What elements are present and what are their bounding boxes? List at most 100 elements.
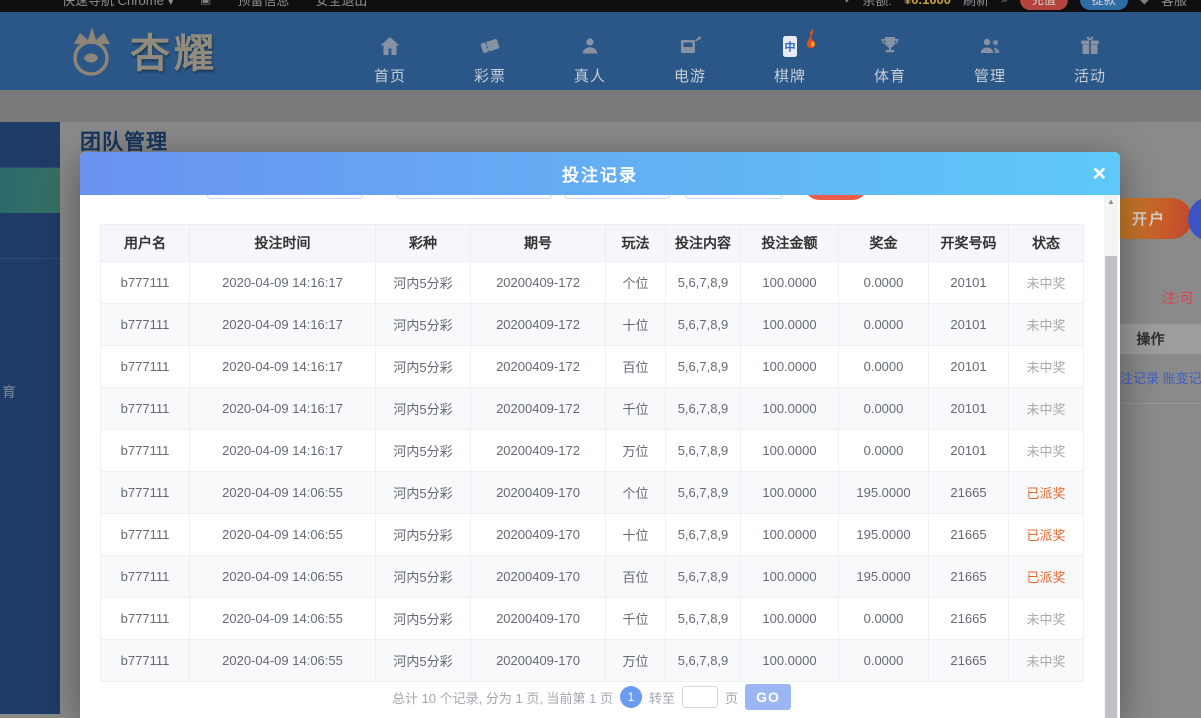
table-row: b7771112020-04-09 14:16:17河内5分彩20200409-…: [101, 304, 1084, 346]
table-cell: 2020-04-09 14:06:55: [190, 640, 376, 682]
nav-item-boardgames[interactable]: 中 棋牌: [750, 34, 830, 86]
table-cell: 20200409-170: [471, 472, 606, 514]
table-row: b7771112020-04-09 14:06:55河内5分彩20200409-…: [101, 472, 1084, 514]
goto-page-input[interactable]: [682, 686, 718, 708]
table-cell: 21665: [929, 514, 1009, 556]
site-logo[interactable]: 杏耀: [60, 18, 218, 82]
users-icon: [950, 34, 1030, 60]
nav-label: 棋牌: [750, 65, 830, 86]
crown-emblem-icon: [60, 18, 122, 82]
status-cell: 未中奖: [1009, 388, 1084, 430]
table-cell: 20101: [929, 346, 1009, 388]
table-cell: 21665: [929, 640, 1009, 682]
status-cell: 未中奖: [1009, 430, 1084, 472]
table-cell: 21665: [929, 472, 1009, 514]
service-link[interactable]: 客服: [1161, 0, 1187, 9]
table-cell: b777111: [101, 430, 190, 472]
refresh-link[interactable]: 刷新: [963, 0, 989, 9]
table-cell: 河内5分彩: [376, 514, 471, 556]
scroll-up-icon[interactable]: ▲: [1104, 197, 1118, 206]
table-cell: 20101: [929, 430, 1009, 472]
column-header: 状态: [1009, 225, 1084, 262]
trophy-icon: [850, 34, 930, 60]
sidebar-item-active[interactable]: [0, 168, 60, 213]
column-header: 彩种: [376, 225, 471, 262]
nav-label: 体育: [850, 65, 930, 86]
table-cell: 5,6,7,8,9: [666, 304, 741, 346]
table-cell: b777111: [101, 304, 190, 346]
message-icon[interactable]: ▣: [200, 0, 211, 6]
table-cell: 100.0000: [741, 430, 839, 472]
table-row: b7771112020-04-09 14:16:17河内5分彩20200409-…: [101, 346, 1084, 388]
link-circle-button[interactable]: ∞: [1188, 197, 1201, 241]
nav-item-activity[interactable]: 活动: [1050, 34, 1130, 86]
bet-records-modal: 投注记录 × 用户名投注时间彩种期号玩法投注内容投注金额奖金开奖号码状态 b77…: [80, 152, 1120, 718]
column-header: 奖金: [839, 225, 929, 262]
table-cell: 5,6,7,8,9: [666, 556, 741, 598]
table-cell: b777111: [101, 472, 190, 514]
status-cell: 已派奖: [1009, 472, 1084, 514]
table-cell: 河内5分彩: [376, 304, 471, 346]
ticket-icon: [450, 34, 530, 60]
nav-item-lottery[interactable]: 彩票: [450, 34, 530, 86]
column-header: 玩法: [606, 225, 666, 262]
table-cell: 5,6,7,8,9: [666, 388, 741, 430]
bet-table-body: b7771112020-04-09 14:16:17河内5分彩20200409-…: [101, 262, 1084, 682]
logout-link[interactable]: 安全退出: [315, 0, 367, 9]
go-button[interactable]: GO: [745, 684, 791, 710]
reserved-info-link[interactable]: 预留信息: [237, 0, 289, 9]
table-cell: 20200409-170: [471, 640, 606, 682]
quick-nav-select[interactable]: 快速导航 Chrome ▾: [62, 0, 174, 9]
table-cell: b777111: [101, 598, 190, 640]
bet-records-table: 用户名投注时间彩种期号玩法投注内容投注金额奖金开奖号码状态 b777111202…: [100, 224, 1084, 682]
nav-item-live[interactable]: 真人: [550, 34, 630, 86]
table-cell: 100.0000: [741, 598, 839, 640]
table-cell: 河内5分彩: [376, 346, 471, 388]
nav-item-sports[interactable]: 体育: [850, 34, 930, 86]
balance-label: 余额:: [862, 0, 892, 9]
table-row: b7771112020-04-09 14:16:17河内5分彩20200409-…: [101, 262, 1084, 304]
table-row: b7771112020-04-09 14:06:55河内5分彩20200409-…: [101, 640, 1084, 682]
withdraw-button[interactable]: 提款: [1080, 0, 1128, 10]
table-cell: 100.0000: [741, 640, 839, 682]
left-sidebar: 育: [0, 122, 60, 714]
table-cell: 0.0000: [839, 430, 929, 472]
table-cell: 河内5分彩: [376, 640, 471, 682]
nav-item-management[interactable]: 管理: [950, 34, 1030, 86]
table-cell: 河内5分彩: [376, 598, 471, 640]
row-action-links[interactable]: 投注记录 账变记录: [1107, 368, 1201, 387]
page-unit-label: 页: [725, 688, 738, 707]
modal-scrollbar[interactable]: ▲: [1104, 195, 1118, 718]
table-cell: 十位: [606, 514, 666, 556]
table-cell: 5,6,7,8,9: [666, 262, 741, 304]
table-cell: 2020-04-09 14:16:17: [190, 262, 376, 304]
sidebar-item[interactable]: [0, 122, 60, 168]
modal-header: 投注记录: [80, 152, 1120, 195]
table-row: b7771112020-04-09 14:06:55河内5分彩20200409-…: [101, 556, 1084, 598]
transfer-icon[interactable]: »: [1001, 0, 1008, 6]
recharge-button[interactable]: 充值: [1020, 0, 1068, 10]
table-cell: 5,6,7,8,9: [666, 430, 741, 472]
heart-icon: ♥: [843, 0, 850, 6]
table-cell: 20200409-170: [471, 556, 606, 598]
nav-label: 首页: [350, 65, 430, 86]
table-cell: b777111: [101, 262, 190, 304]
table-cell: 2020-04-09 14:16:17: [190, 304, 376, 346]
page-number-button[interactable]: 1: [620, 686, 642, 708]
column-header: 投注金额: [741, 225, 839, 262]
table-cell: 河内5分彩: [376, 556, 471, 598]
close-icon[interactable]: ×: [1093, 159, 1106, 187]
table-cell: 2020-04-09 14:16:17: [190, 346, 376, 388]
scrollbar-thumb[interactable]: [1105, 256, 1117, 718]
table-cell: 个位: [606, 262, 666, 304]
table-cell: 20200409-172: [471, 388, 606, 430]
nav-item-egames[interactable]: 电游: [650, 34, 730, 86]
nav-item-home[interactable]: 首页: [350, 34, 430, 86]
table-cell: 2020-04-09 14:06:55: [190, 514, 376, 556]
table-cell: 百位: [606, 556, 666, 598]
status-cell: 未中奖: [1009, 304, 1084, 346]
note-text: 注:可: [1162, 288, 1194, 308]
table-cell: 20200409-170: [471, 598, 606, 640]
table-cell: 万位: [606, 640, 666, 682]
sidebar-item[interactable]: [0, 213, 60, 259]
